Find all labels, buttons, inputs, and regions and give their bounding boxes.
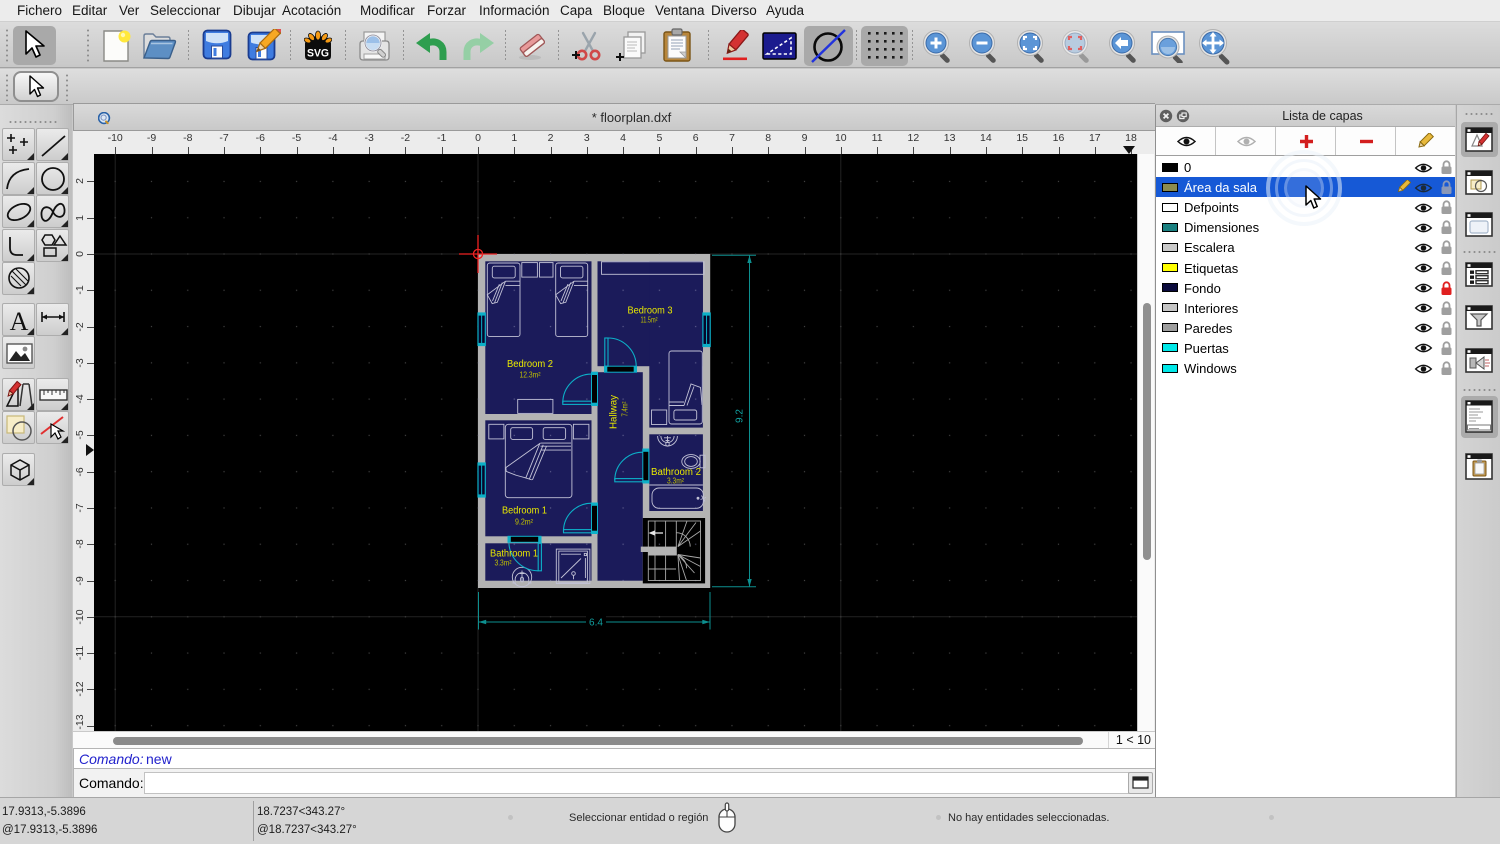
svg-text:6.4: 6.4 bbox=[589, 618, 603, 629]
svg-text:7.4m²: 7.4m² bbox=[621, 401, 630, 416]
svg-text:12.3m²: 12.3m² bbox=[520, 371, 541, 380]
svg-text:SVG: SVG bbox=[307, 48, 329, 60]
svg-text:9.2: 9.2 bbox=[735, 409, 746, 423]
svg-text:3.3m²: 3.3m² bbox=[667, 476, 684, 485]
svg-text:9.2m²: 9.2m² bbox=[515, 518, 533, 527]
svg-text:3.3m²: 3.3m² bbox=[495, 559, 512, 568]
svg-text:11.5m²: 11.5m² bbox=[641, 316, 658, 325]
svg-text:Bedroom 2: Bedroom 2 bbox=[507, 359, 553, 370]
svg-text:Bedroom 1: Bedroom 1 bbox=[502, 506, 547, 517]
svg-text:Hallway: Hallway bbox=[609, 395, 620, 429]
svg-text:A: A bbox=[10, 307, 29, 336]
